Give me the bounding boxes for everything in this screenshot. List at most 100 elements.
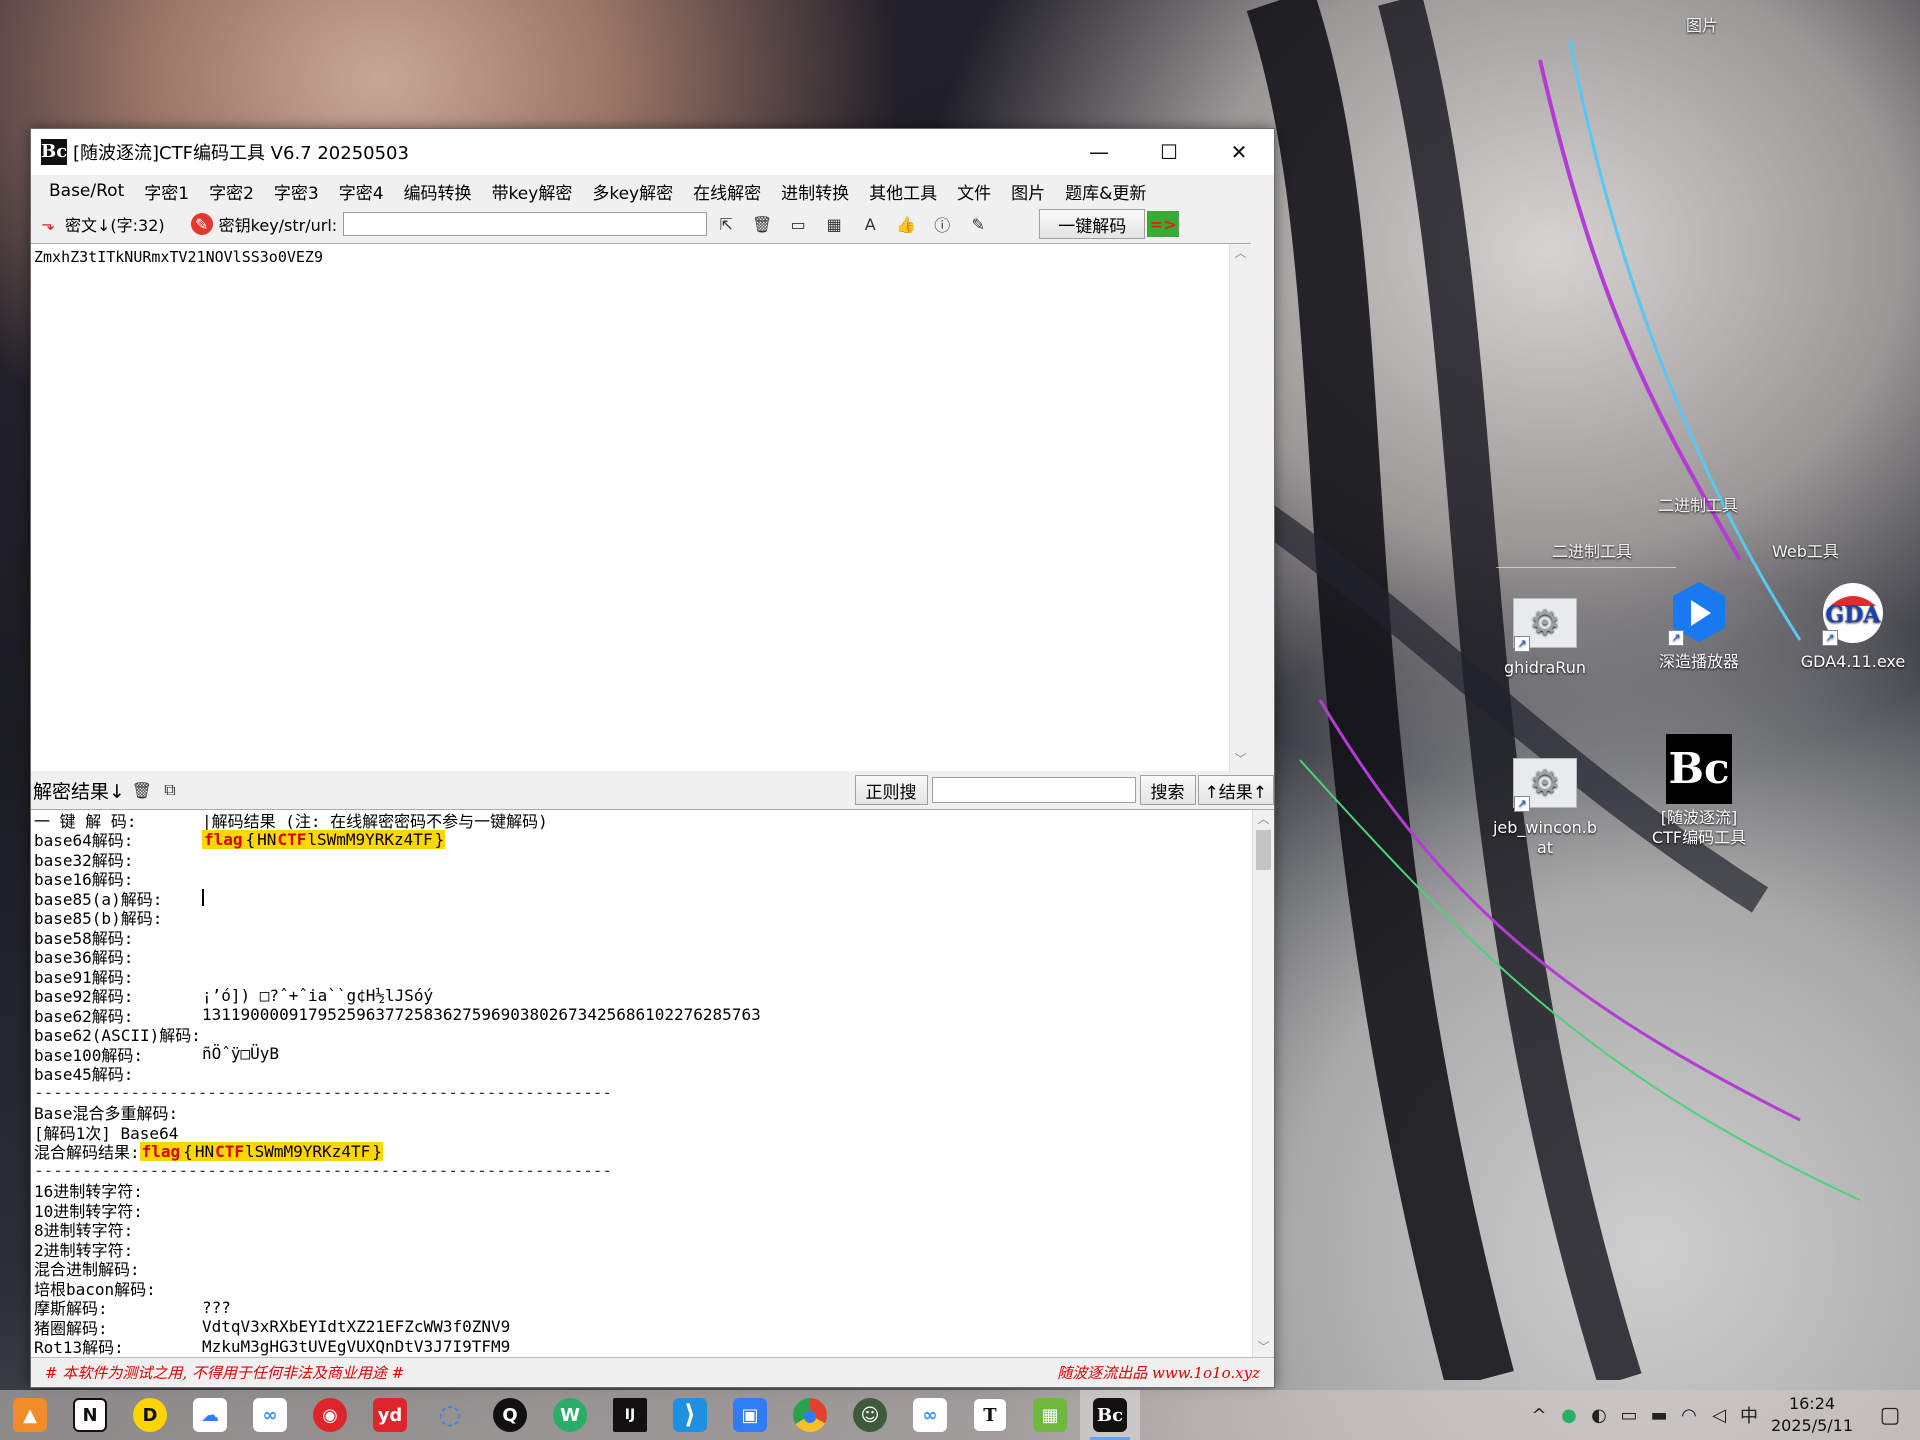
trash-icon[interactable]: 🗑 bbox=[751, 213, 773, 235]
menu-other-tools[interactable]: 其他工具 bbox=[859, 179, 947, 204]
qq-tray-icon[interactable]: ◐ bbox=[1584, 1405, 1614, 1426]
menu-update[interactable]: 题库&更新 bbox=[1055, 179, 1156, 204]
close-button[interactable]: ✕ bbox=[1204, 129, 1274, 175]
result-up-button[interactable]: ↑结果↑ bbox=[1197, 775, 1274, 805]
copy-icon[interactable]: ⧉ bbox=[159, 779, 181, 801]
taskbar-app-netdisk2[interactable]: ∞ bbox=[900, 1390, 960, 1440]
taskbar-app-avatar[interactable]: ☺ bbox=[840, 1390, 900, 1440]
desktop-icon-gda[interactable]: GDA ↗ GDA4.11.exe bbox=[1800, 580, 1906, 672]
search-button[interactable]: 搜索 bbox=[1139, 775, 1196, 805]
desktop-icon-player[interactable]: ↗ 深造播放器 bbox=[1646, 580, 1752, 672]
result-textarea[interactable]: 一 键 解 码: |解码结果 (注: 在线解密密码不参与一键解码) base64… bbox=[31, 809, 1274, 1359]
result-value: MzkuM3gHG3tUVEgVUXQnDtV3J7I9TFM9 bbox=[202, 1336, 511, 1356]
taskbar-app-youdao[interactable]: yd bbox=[360, 1390, 420, 1440]
result-scrollbar[interactable]: ︿ ﹀ bbox=[1252, 810, 1274, 1359]
maximize-button[interactable]: ☐ bbox=[1134, 129, 1204, 175]
menu-zimi4[interactable]: 字密4 bbox=[329, 179, 394, 204]
desktop-group-label-binary-top: 二进制工具 bbox=[1658, 496, 1739, 515]
desktop-icon-jeb[interactable]: ⚙ ↗ jeb_wincon.b at bbox=[1492, 746, 1598, 858]
taskbar-app-files[interactable]: ▲ bbox=[0, 1390, 60, 1440]
taskbar-app-search[interactable]: ◌ bbox=[420, 1390, 480, 1440]
menu-online-decrypt[interactable]: 在线解密 bbox=[683, 179, 771, 204]
cursor-icon[interactable]: ⇱ bbox=[715, 213, 737, 235]
taskbar-app-typora[interactable]: T bbox=[960, 1390, 1020, 1440]
terminal-icon[interactable]: ▭ bbox=[787, 213, 809, 235]
cipher-scrollbar[interactable]: ︿ ﹀ bbox=[1229, 244, 1251, 772]
taskbar-app-chrome[interactable]: ● bbox=[780, 1390, 840, 1440]
taskbar-app-wechat[interactable]: W bbox=[540, 1390, 600, 1440]
font-icon[interactable]: A bbox=[859, 213, 881, 235]
mix-result-row: 混合解码结果: flag{HNCTFlSWmM9YRKz4TF} bbox=[34, 1141, 1274, 1163]
key-input[interactable] bbox=[343, 212, 708, 236]
result-search-input[interactable] bbox=[931, 777, 1136, 803]
taskbar-app-netdisk[interactable]: ∞ bbox=[240, 1390, 300, 1440]
ime-indicator[interactable]: 中 bbox=[1734, 1402, 1764, 1428]
flag-hn: HN bbox=[193, 1141, 216, 1161]
calculator-icon[interactable]: ▦ bbox=[823, 213, 845, 235]
cipher-textarea[interactable]: ZmxhZ3tITkNURmxTV21NOVlSS3o0VEZ9 ︿ ﹀ bbox=[31, 243, 1251, 772]
menu-file[interactable]: 文件 bbox=[947, 179, 1001, 204]
help-icon[interactable]: ⓘ bbox=[931, 213, 953, 235]
trash-icon[interactable]: 🗑 bbox=[131, 779, 153, 801]
desktop-icon-label: ghidraRun bbox=[1504, 658, 1586, 677]
mix-result-label: 混合解码结果: bbox=[34, 1143, 140, 1163]
arrow-run-button[interactable]: => bbox=[1147, 211, 1180, 237]
wallpaper-strokes bbox=[1240, 0, 1861, 1380]
result-value: VdtqV3xRXbEYIdtXZ21EFZcWW3f0ZNV9 bbox=[202, 1317, 511, 1337]
flag-rbrace: } bbox=[433, 829, 446, 849]
result-row: 培根bacon解码: bbox=[34, 1278, 1274, 1299]
netease-music-icon: ◉ bbox=[313, 1398, 347, 1432]
wifi-icon[interactable]: ◠ bbox=[1674, 1405, 1704, 1426]
taskbar-app-vscode[interactable]: ⟩ bbox=[660, 1390, 720, 1440]
scroll-down-icon[interactable]: ﹀ bbox=[1230, 750, 1251, 770]
scroll-down-icon[interactable]: ﹀ bbox=[1253, 1338, 1274, 1358]
pocket-icon: D bbox=[133, 1398, 167, 1432]
taskbar-app-window[interactable]: ▣ bbox=[720, 1390, 780, 1440]
battery-icon[interactable]: ▭ bbox=[1614, 1405, 1644, 1426]
menu-base-rot[interactable]: Base/Rot bbox=[39, 181, 134, 201]
title-bar[interactable]: Bc [随波逐流]CTF编码工具 V6.7 20250503 — ☐ ✕ bbox=[31, 129, 1274, 175]
taskbar-app-pocket[interactable]: D bbox=[120, 1390, 180, 1440]
menu-zimi2[interactable]: 字密2 bbox=[199, 179, 264, 204]
thumbs-up-icon[interactable]: 👍 bbox=[895, 213, 917, 235]
taskbar-app-jetbrains[interactable]: IJ bbox=[600, 1390, 660, 1440]
storage-icon[interactable]: ▬ bbox=[1644, 1405, 1674, 1426]
regex-search-button[interactable]: 正则搜 bbox=[854, 775, 928, 805]
taskbar-app-notion[interactable]: N bbox=[60, 1390, 120, 1440]
menu-image[interactable]: 图片 bbox=[1001, 179, 1055, 204]
eraser-icon[interactable]: ✎ bbox=[190, 213, 213, 235]
avatar-app-icon: ☺ bbox=[853, 1398, 887, 1432]
desktop-icon-label: 深造播放器 bbox=[1658, 652, 1739, 671]
taskbar-app-music[interactable]: ◉ bbox=[300, 1390, 360, 1440]
menu-radix[interactable]: 进制转换 bbox=[771, 179, 859, 204]
import-icon[interactable]: ⬎ bbox=[37, 213, 59, 235]
taskbar-app-image[interactable]: ▦ bbox=[1020, 1390, 1080, 1440]
menu-key-decrypt[interactable]: 带key解密 bbox=[482, 179, 583, 204]
menu-encoding[interactable]: 编码转换 bbox=[394, 179, 482, 204]
scroll-up-icon[interactable]: ︿ bbox=[1253, 810, 1274, 830]
flag-ctf: CTF bbox=[277, 829, 307, 849]
wechat-tray-icon[interactable]: ● bbox=[1554, 1405, 1584, 1426]
menu-zimi1[interactable]: 字密1 bbox=[134, 179, 199, 204]
edit-icon[interactable]: ✎ bbox=[967, 213, 989, 235]
one-click-decode-button[interactable]: 一键解码 bbox=[1039, 209, 1146, 239]
minimize-button[interactable]: — bbox=[1064, 129, 1134, 175]
files-app-icon: ▲ bbox=[13, 1398, 47, 1432]
scroll-thumb[interactable] bbox=[1256, 830, 1271, 870]
volume-icon[interactable]: ◁ bbox=[1704, 1405, 1734, 1426]
scroll-up-icon[interactable]: ︿ bbox=[1230, 244, 1251, 264]
desktop-icon-ghidra[interactable]: ⚙ ↗ ghidraRun bbox=[1492, 586, 1598, 678]
chevron-up-icon[interactable]: ^ bbox=[1524, 1405, 1554, 1426]
result-row-base64: base64解码: flag{HNCTFlSWmM9YRKz4TF} bbox=[34, 829, 1274, 850]
taskbar-app-ctf-tool[interactable]: Bc bbox=[1080, 1390, 1140, 1440]
menu-multikey-decrypt[interactable]: 多key解密 bbox=[582, 179, 683, 204]
clock[interactable]: 16:24 2025/5/11 bbox=[1764, 1393, 1860, 1437]
notification-icon[interactable]: ▢ bbox=[1860, 1403, 1920, 1428]
taskbar-app-qq[interactable]: Q bbox=[480, 1390, 540, 1440]
taskbar-app-cloud[interactable]: ☁ bbox=[180, 1390, 240, 1440]
menu-zimi3[interactable]: 字密3 bbox=[264, 179, 329, 204]
baidu-netdisk-icon: ∞ bbox=[253, 1398, 287, 1432]
result-row: base58解码: bbox=[34, 927, 1274, 948]
result-row: 混合进制解码: bbox=[34, 1259, 1274, 1279]
desktop-icon-ctf-tool[interactable]: Bc [随波逐流] CTF编码工具 bbox=[1646, 734, 1752, 848]
